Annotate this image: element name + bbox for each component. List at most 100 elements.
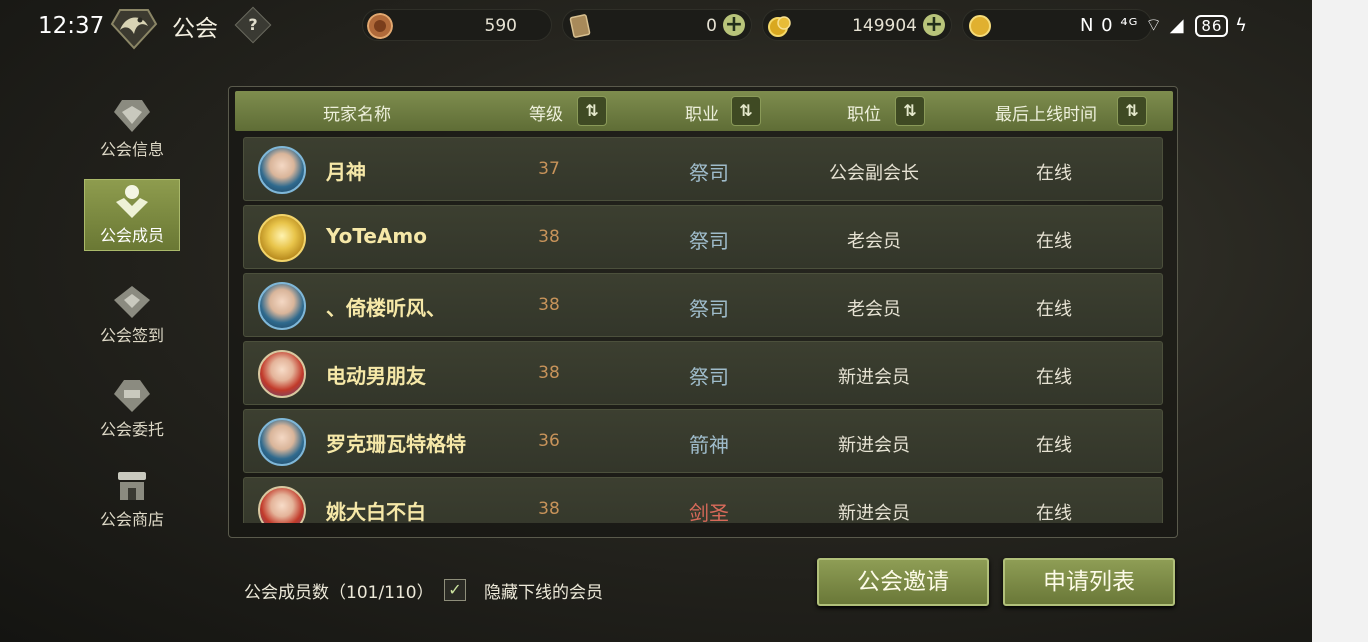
table-row[interactable]: 月神 37 祭司 公会副会长 在线 bbox=[243, 137, 1163, 201]
player-last-online: 在线 bbox=[1036, 299, 1072, 320]
sort-last-online-button[interactable]: ⇅ bbox=[1117, 96, 1147, 126]
player-job: 祭司 bbox=[689, 161, 729, 185]
nav-guild-checkin[interactable]: 公会签到 bbox=[84, 280, 180, 352]
player-position: 新进会员 bbox=[838, 435, 910, 456]
nav-guild-members-label: 公会成员 bbox=[99, 226, 164, 245]
guild-info-icon bbox=[114, 100, 150, 132]
currency-gold-value: 149904 bbox=[852, 16, 917, 36]
coin-medal-icon bbox=[367, 13, 393, 39]
nav-guild-members[interactable]: 公会成员 bbox=[84, 179, 180, 251]
player-last-online: 在线 bbox=[1036, 231, 1072, 252]
wifi-icon: ⌔ bbox=[1145, 15, 1164, 36]
table-row[interactable]: YoTeAmo 38 祭司 老会员 在线 bbox=[243, 205, 1163, 269]
screen-edge-bar bbox=[1312, 0, 1368, 642]
nav-guild-shop[interactable]: 公会商店 bbox=[84, 464, 180, 536]
battery-level: 86 bbox=[1195, 15, 1229, 37]
player-name: 月神 bbox=[326, 160, 366, 184]
player-level: 38 bbox=[538, 363, 560, 383]
apply-list-button[interactable]: 申请列表 bbox=[1003, 558, 1175, 606]
member-count: 公会成员数（101/110） bbox=[244, 583, 434, 603]
player-level: 38 bbox=[538, 295, 560, 315]
guild-commission-icon bbox=[114, 380, 150, 412]
player-last-online: 在线 bbox=[1036, 163, 1072, 184]
signal-icon: ◢ bbox=[1169, 15, 1185, 36]
gold-coin-icon bbox=[969, 15, 991, 37]
system-status-bar: N 0 ⁴ᴳ ⌔ ◢ 86 ϟ bbox=[1080, 14, 1248, 37]
add-ticket-button[interactable]: + bbox=[723, 14, 745, 36]
avatar[interactable] bbox=[258, 214, 306, 262]
add-gold-button[interactable]: + bbox=[923, 14, 945, 36]
shop-icon bbox=[118, 472, 146, 500]
player-job: 祭司 bbox=[689, 297, 729, 321]
dragon-emblem-icon bbox=[110, 9, 158, 50]
member-rows[interactable]: 月神 37 祭司 公会副会长 在线 YoTeAmo 38 祭司 老会员 在线 、… bbox=[243, 137, 1163, 523]
player-level: 36 bbox=[538, 431, 560, 451]
currency-medal-value: 590 bbox=[484, 16, 517, 36]
player-position: 老会员 bbox=[847, 299, 901, 320]
page-title: 公会 bbox=[172, 16, 218, 42]
sort-job-button[interactable]: ⇅ bbox=[731, 96, 761, 126]
player-job: 剑圣 bbox=[689, 501, 729, 523]
avatar[interactable] bbox=[258, 350, 306, 398]
player-level: 38 bbox=[538, 499, 560, 519]
column-position: 职位 bbox=[847, 105, 881, 125]
player-last-online: 在线 bbox=[1036, 435, 1072, 456]
nav-guild-info[interactable]: 公会信息 bbox=[84, 94, 180, 166]
game-screen: 12:37 公会 ? 590 0 + 149904 + N 0 ⁴ᴳ ⌔ ◢ 8… bbox=[0, 0, 1368, 642]
nav-guild-shop-label: 公会商店 bbox=[99, 510, 164, 529]
guild-checkin-icon bbox=[114, 286, 150, 318]
guild-members-icon bbox=[116, 185, 148, 218]
member-list-panel: 玩家名称 等级 ⇅ 职业 ⇅ 职位 ⇅ 最后上线时间 ⇅ 月神 37 祭司 公会… bbox=[228, 86, 1178, 538]
avatar[interactable] bbox=[258, 418, 306, 466]
charging-icon: ϟ bbox=[1235, 15, 1249, 36]
gold-coins-icon bbox=[768, 16, 791, 37]
player-last-online: 在线 bbox=[1036, 503, 1072, 523]
ticket-card-icon bbox=[569, 14, 591, 38]
nav-guild-info-label: 公会信息 bbox=[99, 140, 164, 159]
table-row[interactable]: 、倚楼听风、 38 祭司 老会员 在线 bbox=[243, 273, 1163, 337]
player-name: 姚大白不白 bbox=[326, 500, 426, 523]
player-name: 、倚楼听风、 bbox=[326, 296, 446, 320]
table-header: 玩家名称 等级 ⇅ 职业 ⇅ 职位 ⇅ 最后上线时间 ⇅ bbox=[235, 91, 1173, 131]
currency-ticket-value: 0 bbox=[706, 16, 717, 36]
sort-level-button[interactable]: ⇅ bbox=[577, 96, 607, 126]
avatar[interactable] bbox=[258, 146, 306, 194]
player-position: 新进会员 bbox=[838, 503, 910, 523]
player-position: 公会副会长 bbox=[829, 163, 919, 184]
nav-guild-commission-label: 公会委托 bbox=[99, 420, 164, 439]
table-row[interactable]: 罗克珊瓦特格特 36 箭神 新进会员 在线 bbox=[243, 409, 1163, 473]
column-level: 等级 bbox=[529, 105, 563, 125]
player-job: 祭司 bbox=[689, 229, 729, 253]
player-name: YoTeAmo bbox=[326, 224, 427, 248]
sort-position-button[interactable]: ⇅ bbox=[895, 96, 925, 126]
column-job: 职业 bbox=[685, 105, 719, 125]
player-position: 老会员 bbox=[847, 231, 901, 252]
table-row[interactable]: 姚大白不白 38 剑圣 新进会员 在线 bbox=[243, 477, 1163, 523]
clock: 12:37 bbox=[38, 13, 105, 39]
avatar[interactable] bbox=[258, 486, 306, 523]
help-icon: ? bbox=[248, 15, 258, 34]
currency-gold: 149904 + bbox=[762, 9, 952, 41]
guild-screen: 12:37 公会 ? 590 0 + 149904 + N 0 ⁴ᴳ ⌔ ◢ 8… bbox=[0, 0, 1312, 642]
player-name: 罗克珊瓦特格特 bbox=[326, 432, 466, 456]
player-name: 电动男朋友 bbox=[326, 364, 426, 388]
column-name: 玩家名称 bbox=[323, 105, 391, 125]
avatar[interactable] bbox=[258, 282, 306, 330]
nav-guild-checkin-label: 公会签到 bbox=[99, 326, 164, 345]
player-job: 祭司 bbox=[689, 365, 729, 389]
player-position: 新进会员 bbox=[838, 367, 910, 388]
player-level: 38 bbox=[538, 227, 560, 247]
currency-medal: 590 bbox=[362, 9, 552, 41]
column-last-online: 最后上线时间 bbox=[995, 105, 1097, 125]
nav-guild-commission[interactable]: 公会委托 bbox=[84, 374, 180, 446]
help-button[interactable]: ? bbox=[234, 6, 272, 44]
hide-offline-checkbox[interactable]: ✓ bbox=[444, 579, 466, 601]
table-row[interactable]: 电动男朋友 38 祭司 新进会员 在线 bbox=[243, 341, 1163, 405]
player-job: 箭神 bbox=[689, 433, 729, 457]
player-level: 37 bbox=[538, 159, 560, 179]
status-indicators: N 0 ⁴ᴳ bbox=[1080, 15, 1139, 36]
guild-invite-button[interactable]: 公会邀请 bbox=[817, 558, 989, 606]
player-last-online: 在线 bbox=[1036, 367, 1072, 388]
hide-offline-label[interactable]: 隐藏下线的会员 bbox=[484, 578, 603, 603]
currency-ticket: 0 + bbox=[562, 9, 752, 41]
